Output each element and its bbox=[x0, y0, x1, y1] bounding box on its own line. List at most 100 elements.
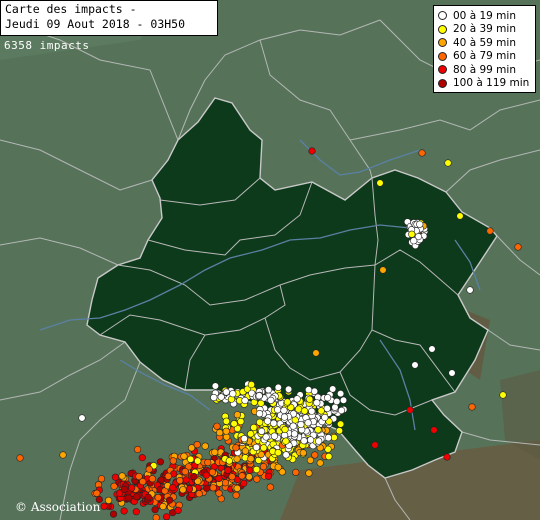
impact-dot bbox=[311, 451, 319, 459]
impact-dot bbox=[305, 386, 313, 394]
legend-dot-icon bbox=[438, 24, 447, 34]
impact-dot bbox=[181, 468, 189, 476]
impact-dot bbox=[247, 430, 255, 438]
impact-dot bbox=[190, 473, 198, 481]
impact-dot bbox=[222, 388, 230, 396]
impact-dot bbox=[133, 493, 141, 501]
impact-dot bbox=[324, 434, 333, 442]
impact-dot bbox=[256, 410, 264, 418]
impact-dot bbox=[233, 455, 241, 463]
impact-dot bbox=[228, 473, 236, 481]
impact-dot bbox=[240, 479, 248, 487]
impact-dot bbox=[215, 489, 223, 497]
impact-dot bbox=[166, 496, 174, 504]
impact-dot bbox=[118, 472, 126, 480]
impact-dot bbox=[448, 369, 456, 377]
impact-dot bbox=[379, 266, 387, 274]
impact-dot bbox=[159, 502, 167, 511]
impact-dot bbox=[416, 220, 424, 228]
impact-dot bbox=[233, 411, 241, 419]
impact-dot bbox=[486, 227, 494, 235]
impact-dot bbox=[325, 452, 333, 461]
impact-dot bbox=[132, 508, 140, 516]
impact-dot bbox=[221, 479, 230, 487]
impact-dot bbox=[289, 422, 297, 430]
impact-dot bbox=[262, 433, 270, 441]
legend-label: 80 à 99 min bbox=[453, 63, 516, 76]
impact-dot bbox=[246, 466, 254, 474]
impact-dot bbox=[139, 478, 147, 486]
impact-dot bbox=[324, 394, 332, 402]
impact-dot bbox=[293, 395, 301, 403]
impact-dot bbox=[237, 417, 245, 426]
impact-dot bbox=[408, 230, 416, 238]
impact-dot bbox=[138, 454, 146, 462]
impact-dot bbox=[225, 457, 233, 465]
impact-dot bbox=[202, 471, 210, 479]
impact-dot bbox=[411, 361, 419, 369]
impact-dot bbox=[376, 179, 384, 187]
impact-dot bbox=[371, 441, 379, 449]
impact-dot bbox=[247, 381, 255, 389]
impact-dot bbox=[274, 406, 282, 414]
impact-dot bbox=[174, 506, 182, 515]
impact-dot bbox=[428, 345, 436, 353]
impact-dot bbox=[156, 458, 165, 466]
impact-dot bbox=[222, 427, 230, 435]
impact-dot bbox=[323, 404, 331, 413]
impact-dot bbox=[264, 386, 273, 394]
impact-dot bbox=[111, 473, 119, 481]
legend-item: 60 à 79 min bbox=[438, 50, 531, 64]
copyright-text: © Association bbox=[15, 500, 101, 514]
impact-dot bbox=[335, 427, 344, 435]
impact-dot bbox=[163, 513, 171, 520]
impact-dot bbox=[266, 483, 274, 491]
impact-dot bbox=[260, 444, 268, 452]
impact-dot bbox=[238, 472, 246, 480]
impact-dot bbox=[282, 437, 290, 445]
impact-dot bbox=[16, 454, 24, 462]
impact-dot bbox=[292, 468, 300, 477]
impact-dot bbox=[281, 425, 289, 434]
impact-dot bbox=[306, 456, 315, 464]
impact-dot bbox=[301, 407, 309, 415]
impact-dot bbox=[128, 484, 136, 492]
legend-item: 40 à 59 min bbox=[438, 36, 531, 50]
impact-dot bbox=[217, 393, 225, 401]
impact-dot bbox=[274, 383, 282, 392]
impact-dot bbox=[179, 486, 187, 494]
legend-dot-icon bbox=[438, 65, 447, 75]
impact-dot bbox=[104, 496, 113, 505]
legend-label: 100 à 119 min bbox=[453, 77, 530, 90]
impact-dot bbox=[120, 485, 128, 494]
legend-label: 40 à 59 min bbox=[453, 36, 516, 49]
impact-dot bbox=[430, 426, 438, 434]
impact-dot bbox=[208, 468, 217, 476]
impact-dot bbox=[247, 455, 255, 463]
impact-dot bbox=[468, 403, 476, 411]
impact-dot bbox=[283, 398, 292, 406]
impact-dot bbox=[317, 407, 325, 415]
impact-dot bbox=[299, 449, 307, 457]
impact-dot bbox=[444, 159, 452, 167]
impact-dot bbox=[109, 510, 118, 518]
impact-dot bbox=[97, 475, 106, 483]
impacts-count: 6358 impacts bbox=[4, 39, 90, 52]
impact-dot bbox=[267, 396, 275, 405]
impact-dot bbox=[209, 484, 217, 492]
impact-dot bbox=[195, 490, 203, 498]
impact-dot bbox=[120, 507, 128, 515]
impact-dot bbox=[291, 416, 299, 424]
impact-dot bbox=[245, 473, 253, 481]
impact-dot bbox=[100, 502, 108, 510]
impact-dot bbox=[240, 435, 248, 443]
impact-dot bbox=[337, 390, 345, 398]
impact-dot bbox=[280, 413, 289, 421]
impact-dot bbox=[210, 393, 218, 402]
impact-dot bbox=[297, 420, 305, 429]
impact-dot bbox=[258, 427, 266, 436]
impact-dot bbox=[321, 413, 329, 422]
impact-dot bbox=[169, 484, 177, 492]
impact-dot bbox=[169, 457, 177, 465]
legend-label: 60 à 79 min bbox=[453, 50, 516, 63]
